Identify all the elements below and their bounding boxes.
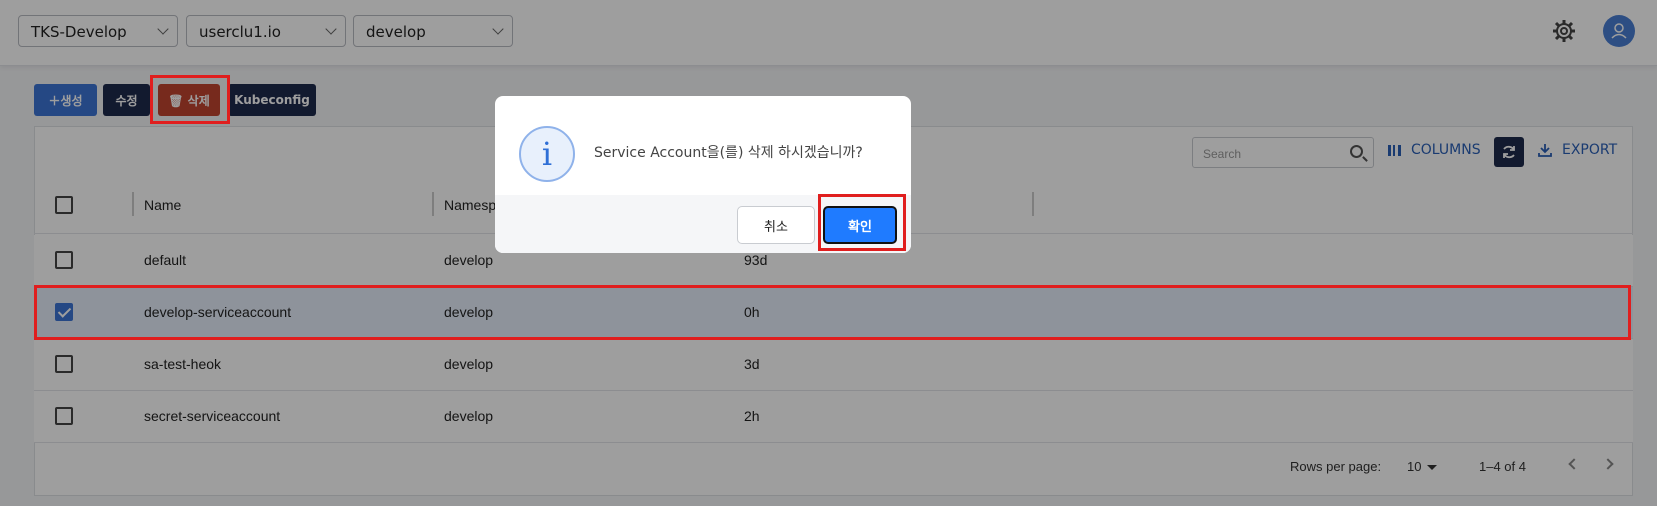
dialog-message: Service Account을(를) 삭제 하시겠습니까?	[594, 145, 863, 161]
modal-backdrop[interactable]	[0, 0, 1657, 506]
highlight-confirm-button	[818, 194, 906, 251]
highlight-selected-row	[34, 285, 1631, 340]
highlight-delete-button	[150, 75, 230, 124]
info-icon: i	[519, 126, 575, 182]
info-glyph: i	[541, 135, 553, 173]
cancel-button[interactable]: 취소	[737, 206, 815, 244]
